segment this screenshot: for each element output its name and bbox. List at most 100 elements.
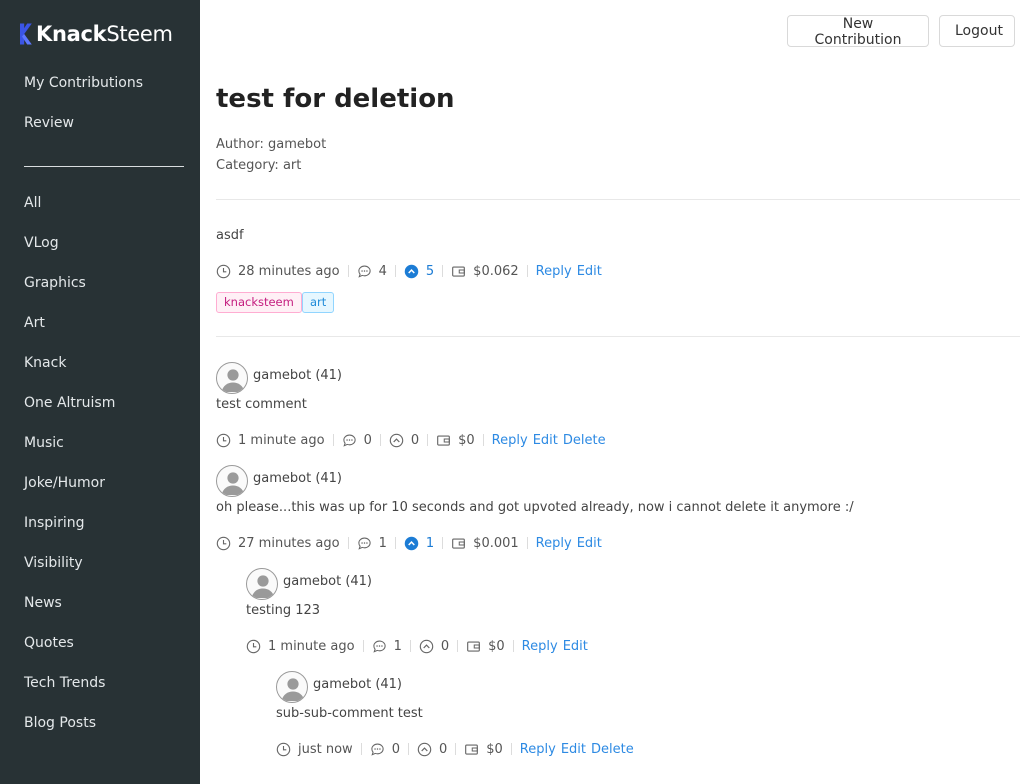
comment-author[interactable]: gamebot (41) [313,677,402,692]
upvote-icon [417,742,432,757]
tag-art[interactable]: art [302,292,335,313]
sidebar-item-art[interactable]: Art [24,315,45,331]
upvote-icon [389,433,404,448]
sidebar-item-vlog[interactable]: VLog [24,235,59,251]
edit-link[interactable]: Edit [577,264,602,279]
clock-icon [276,742,291,757]
sidebar-item-knack[interactable]: Knack [24,355,66,371]
sidebar-item-all[interactable]: All [24,195,41,211]
reply-link[interactable]: Reply [522,639,558,654]
comment-text: oh please...this was up for 10 seconds a… [216,500,854,515]
payout-value: $0.001 [473,535,519,551]
comment-upvote[interactable]: 0 [389,433,419,448]
delete-link[interactable]: Delete [591,742,634,757]
edit-link[interactable]: Edit [577,536,602,551]
sidebar-item-one-altruism[interactable]: One Altruism [24,395,115,411]
clock-icon [216,264,231,279]
post-payout-value: $0.062 [473,263,519,279]
comment-icon [357,536,372,551]
comment-comments[interactable]: 0 [342,433,372,448]
post-payout: $0.062 [451,264,519,279]
separator [526,537,528,549]
comment-text: test comment [216,397,307,412]
comment-upvote[interactable]: 1 [404,535,434,551]
comment-payout: $0 [436,433,475,448]
comment-count: 1 [393,638,402,654]
comment-author[interactable]: gamebot (41) [283,574,372,589]
sidebar-item-my-contributions[interactable]: My Contributions [24,75,143,91]
upvote-icon [419,639,434,654]
comment-comments[interactable]: 1 [372,639,402,654]
sidebar-item-quotes[interactable]: Quotes [24,635,74,651]
sidebar-item-tech-trends[interactable]: Tech Trends [24,675,105,691]
avatar[interactable] [216,362,248,394]
clock-icon [246,639,261,654]
avatar[interactable] [276,671,308,703]
new-contribution-button[interactable]: New Contribution [787,15,929,48]
comment-time-text: 27 minutes ago [238,535,340,551]
comment-upvote[interactable]: 0 [417,742,447,757]
sidebar-item-graphics[interactable]: Graphics [24,275,86,291]
post-upvote[interactable]: 5 [404,263,434,279]
tag-knacksteem[interactable]: knacksteem [216,292,302,313]
wallet-icon [466,639,481,654]
comment-text: sub-sub-comment test [276,706,423,721]
sidebar-item-review[interactable]: Review [24,115,74,131]
comment-payout: $0 [466,639,505,654]
reply-link[interactable]: Reply [536,264,572,279]
comment-actions: 27 minutes ago 1 1 $0.001 Reply Edit [216,534,602,552]
sidebar-item-blog-posts[interactable]: Blog Posts [24,715,96,731]
user-icon [217,363,248,394]
comment-actions: just now 0 0 $0 Reply Edit Delete [276,740,634,758]
separator [442,537,444,549]
comment-text: testing 123 [246,603,321,618]
comment-time: 1 minute ago [246,639,355,654]
comment-icon [372,639,387,654]
separator [362,640,364,652]
sidebar-item-joke-humor[interactable]: Joke/Humor [24,475,105,491]
logout-button[interactable]: Logout [939,15,1015,47]
user-icon [217,466,248,497]
sidebar-item-music[interactable]: Music [24,435,64,451]
brand-logo[interactable]: Knack Steem [18,20,173,48]
separator [442,265,444,277]
comment-comments[interactable]: 1 [357,536,387,551]
sidebar-item-visibility[interactable]: Visibility [24,555,83,571]
comment-time: 1 minute ago [216,433,325,448]
sidebar-item-inspiring[interactable]: Inspiring [24,515,84,531]
post-comments[interactable]: 4 [357,264,387,279]
separator [526,265,528,277]
edit-link[interactable]: Edit [563,639,588,654]
edit-link[interactable]: Edit [533,433,558,448]
avatar[interactable] [216,465,248,497]
wallet-icon [436,433,451,448]
sidebar: Knack Steem My Contributions Review All V… [0,0,200,784]
post-category: Category: art [216,158,302,173]
separator [379,434,381,446]
sidebar-item-news[interactable]: News [24,595,62,611]
reply-link[interactable]: Reply [492,433,528,448]
post-title: test for deletion [216,84,455,114]
comment-payout: $0.001 [451,536,519,551]
comment-time-text: just now [298,741,353,757]
comment-comments[interactable]: 0 [370,742,400,757]
comment-actions: 1 minute ago 0 0 $0 Reply Edit Delete [216,431,606,449]
separator [427,434,429,446]
comment-author[interactable]: gamebot (41) [253,471,342,486]
reply-link[interactable]: Reply [536,536,572,551]
comment-upvote[interactable]: 0 [419,639,449,654]
payout-value: $0 [488,638,505,654]
knacksteem-logo-icon [20,23,32,45]
comment-author[interactable]: gamebot (41) [253,368,342,383]
reply-link[interactable]: Reply [520,742,556,757]
sidebar-divider [24,166,184,167]
delete-link[interactable]: Delete [563,433,606,448]
avatar[interactable] [246,568,278,600]
separator [360,743,362,755]
comment-time-text: 1 minute ago [268,638,355,654]
comment-icon [342,433,357,448]
brand-name-part2: Steem [106,22,173,46]
separator [394,537,396,549]
upvote-count: 0 [410,432,420,448]
edit-link[interactable]: Edit [561,742,586,757]
